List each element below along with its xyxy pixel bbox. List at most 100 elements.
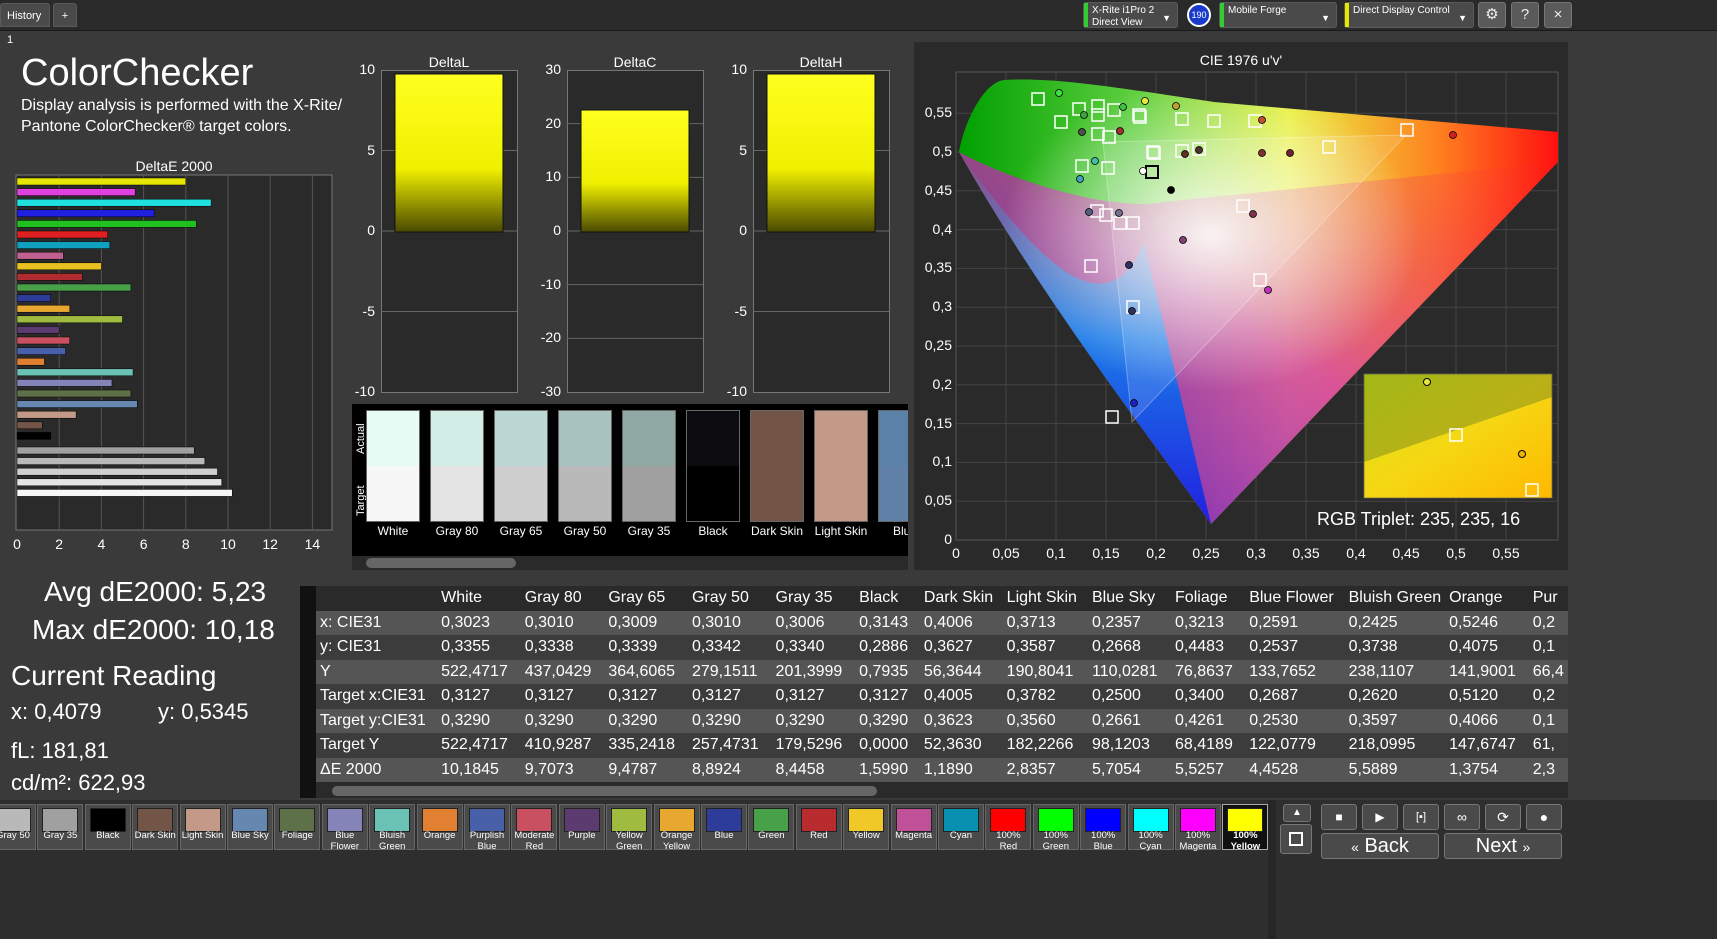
table-cell: 0,3290 [855, 708, 920, 733]
x-tick-label: 0,5 [1446, 545, 1466, 561]
color-patch-button[interactable]: Blue Flower [321, 804, 368, 852]
scrollbar-thumb[interactable] [366, 558, 516, 568]
settings-button[interactable]: ⚙ [1478, 2, 1506, 28]
device-selector-pattern[interactable]: Direct Display Control ▼ [1344, 2, 1474, 28]
color-patch-button[interactable]: 100% Yellow [1222, 804, 1269, 852]
measured-point [1085, 208, 1093, 216]
deltae-bar [16, 368, 134, 377]
color-patch-button[interactable]: Orange [416, 804, 463, 850]
color-patch-button[interactable]: 100% Blue [1080, 804, 1127, 852]
column-header[interactable]: Gray 35 [771, 586, 856, 611]
color-chip [1085, 808, 1122, 832]
color-patch-label: Cyan [949, 830, 973, 841]
device-selector-display[interactable]: Mobile Forge ▼ [1219, 2, 1337, 28]
color-patch-label: Orange [423, 830, 456, 841]
row-label: Y [316, 659, 438, 684]
deltae-bar [16, 198, 212, 207]
refresh-button[interactable]: ⟳ [1485, 804, 1521, 830]
color-patch-button[interactable]: Red [795, 804, 842, 850]
column-header[interactable]: White [437, 586, 521, 611]
stop-button[interactable] [1280, 824, 1312, 854]
color-patch-label: 100% Red [996, 830, 1021, 852]
column-header[interactable]: Bluish Green [1344, 586, 1446, 611]
add-tab-button[interactable]: + [53, 3, 77, 27]
color-patch-button[interactable]: Yellow [843, 804, 890, 850]
deltae-bar [16, 220, 197, 228]
y-tick-label: 0,25 [924, 337, 952, 353]
status-indicator [1084, 3, 1088, 27]
column-header[interactable]: Blue Sky [1088, 586, 1172, 611]
table-cell: 0,3782 [1002, 684, 1088, 709]
device-selector-meter[interactable]: X-Rite i1Pro 2 Direct View ▼ [1083, 2, 1178, 28]
scroll-up-button[interactable]: ▲ [1283, 804, 1311, 822]
deltae-bar [16, 241, 111, 249]
color-patch-button[interactable]: Blue [701, 804, 747, 850]
color-patch-button[interactable]: Yellow Green [606, 804, 653, 852]
color-patch-button[interactable]: Foliage [274, 804, 321, 850]
color-patch-button[interactable]: Magenta [890, 804, 937, 850]
swatch-scrollbar[interactable] [352, 556, 908, 570]
column-header[interactable]: Blue Flower [1245, 586, 1345, 611]
fullscreen-button[interactable]: [▪] [1403, 804, 1439, 830]
y-tick-label: 5 [739, 141, 747, 158]
scrollbar-thumb[interactable] [332, 786, 877, 796]
close-button[interactable]: × [1544, 2, 1572, 28]
color-patch-button[interactable]: Moderate Red [511, 804, 558, 852]
column-header[interactable]: Light Skin [1002, 586, 1088, 611]
color-chip [1037, 808, 1074, 832]
table-cell: 52,3630 [919, 733, 1003, 758]
color-patch-label: Dark Skin [134, 830, 176, 841]
stop-measure-button[interactable]: ■ [1321, 804, 1357, 830]
color-patch-button[interactable]: Gray 50 [0, 804, 36, 850]
play-button[interactable]: ▶ [1362, 804, 1398, 830]
deltae-bar [16, 421, 43, 430]
table-cell: 56,3644 [919, 659, 1003, 684]
color-patch-button[interactable]: Black [84, 804, 131, 850]
delta-chart-title: DeltaL [428, 54, 470, 70]
color-patch-button[interactable]: Gray 35 [37, 804, 84, 850]
color-patch-button[interactable]: 100% Cyan [1127, 804, 1174, 852]
swatch-label: Gray 80 [435, 524, 479, 538]
color-patch-button[interactable]: Blue Sky [227, 804, 273, 850]
color-patch-button[interactable]: Bluish Green [369, 804, 416, 852]
color-patch-button[interactable]: 100% Green [1032, 804, 1079, 852]
color-patch-button[interactable]: Dark Skin [132, 804, 179, 850]
column-header[interactable]: Gray 80 [520, 586, 605, 611]
color-patch-button[interactable]: 100% Magenta [1175, 804, 1221, 852]
deltae-bar [16, 400, 138, 408]
column-header[interactable] [316, 586, 438, 611]
column-header[interactable]: Gray 50 [687, 586, 772, 611]
next-button[interactable]: Next » [1444, 833, 1562, 859]
color-chip [611, 808, 648, 832]
column-header[interactable]: Pur [1528, 586, 1568, 611]
table-scrollbar[interactable] [318, 784, 1568, 798]
color-patch-button[interactable]: Purplish Blue [464, 804, 510, 852]
color-patch-button[interactable]: 100% Red [985, 804, 1032, 852]
color-patch-button[interactable]: Purple [558, 804, 605, 850]
table-cell: 61, [1528, 733, 1568, 758]
page-title: ColorChecker [21, 52, 254, 94]
column-header[interactable]: Dark Skin [919, 586, 1003, 611]
strip-scrollbar[interactable] [1268, 800, 1276, 939]
swatch-comparison-panel: Actual Target White Gray 80 Gray 65 Gray 50… [352, 404, 908, 556]
color-patch-button[interactable]: Cyan [938, 804, 984, 850]
table-cell: 0,3342 [687, 635, 772, 660]
column-header[interactable]: Orange [1445, 586, 1529, 611]
table-cell: 5,7054 [1088, 757, 1172, 782]
loop-button[interactable]: ∞ [1444, 804, 1480, 830]
help-button[interactable]: ? [1511, 2, 1539, 28]
color-patch-button[interactable]: Light Skin [179, 804, 226, 850]
column-header[interactable]: Gray 65 [604, 586, 688, 611]
color-patch-label: Magenta [895, 830, 933, 841]
back-button[interactable]: « Back [1321, 833, 1439, 859]
table-cell: 0,3143 [855, 610, 920, 635]
color-patch-button[interactable]: Green [748, 804, 795, 850]
more-button[interactable]: ● [1526, 804, 1562, 830]
deltae-bar [16, 489, 233, 497]
column-header[interactable]: Foliage [1171, 586, 1246, 611]
tab-history-1[interactable]: History 1 [0, 3, 50, 46]
color-patch-button[interactable]: Orange Yellow [653, 804, 700, 852]
table-cell: 122,0779 [1245, 733, 1345, 758]
column-header[interactable]: Black [855, 586, 920, 611]
table-cell: 0,4261 [1171, 708, 1246, 733]
